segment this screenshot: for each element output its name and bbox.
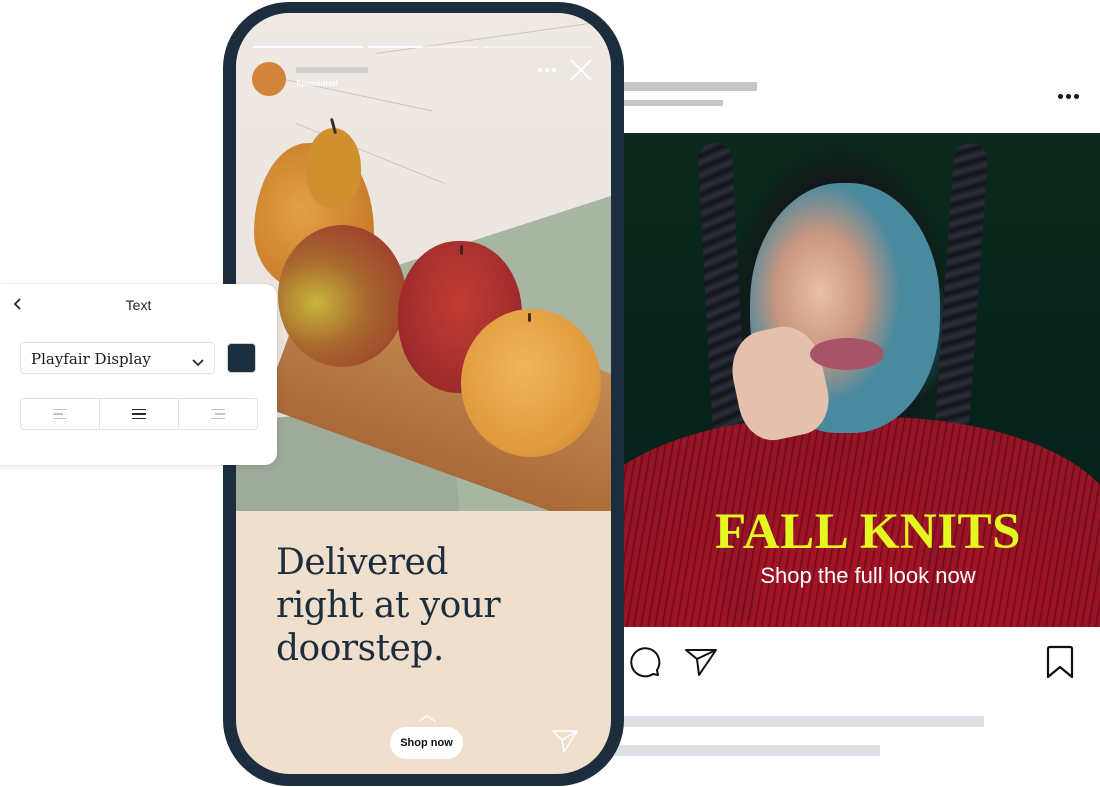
font-family-value: Playfair Display (31, 350, 151, 368)
photo-stem (460, 245, 463, 255)
close-icon[interactable] (570, 59, 592, 81)
caption-placeholder-line (600, 716, 984, 727)
text-alignment-group (20, 398, 258, 430)
paper-plane-icon[interactable] (552, 729, 578, 758)
feed-post-image: FALL KNITS Shop the full look now (600, 133, 1100, 627)
more-horizontal-icon[interactable] (1056, 86, 1080, 106)
headline-line: right at your (276, 585, 501, 626)
account-name-placeholder (296, 67, 368, 73)
align-left-icon (53, 408, 67, 420)
comment-bubble-icon[interactable] (628, 645, 662, 684)
align-right-icon (211, 408, 225, 420)
photo-stem (528, 313, 531, 322)
chevron-left-icon[interactable] (10, 296, 26, 312)
story-headline: Delivered right at your doorstep. (276, 541, 501, 670)
photo-pear (278, 225, 406, 367)
avatar[interactable] (252, 62, 286, 96)
align-center-icon (132, 408, 146, 420)
text-color-swatch[interactable] (227, 343, 256, 373)
caption-placeholder-line (600, 745, 880, 756)
account-name-placeholder (620, 82, 757, 91)
align-left-button[interactable] (21, 399, 99, 429)
chevron-up-icon[interactable] (417, 710, 437, 728)
text-settings-panel: Text Playfair Display (0, 284, 277, 465)
headline-line: doorstep. (276, 628, 444, 669)
feed-headline: FALL KNITS (715, 504, 1021, 560)
phone-frame: Sponsored Delivered right at your doorst… (223, 2, 624, 786)
shop-now-button[interactable]: Shop now (390, 727, 463, 759)
paper-plane-icon[interactable] (684, 647, 718, 682)
photo-pear-neck (306, 128, 361, 208)
panel-title: Text (125, 297, 152, 313)
marble-vein (375, 22, 594, 54)
story-photo (236, 13, 611, 511)
image-lips (810, 338, 884, 370)
feed-subheadline: Shop the full look now (760, 563, 976, 588)
feed-post: FALL KNITS Shop the full look now (600, 0, 1100, 787)
story-progress-segment (253, 46, 363, 48)
story-progress-segment (482, 46, 592, 48)
account-subtitle-placeholder (620, 100, 723, 106)
sponsored-label: Sponsored (296, 79, 338, 88)
story-screen: Sponsored Delivered right at your doorst… (236, 13, 611, 774)
story-progress-segment (368, 46, 478, 48)
more-horizontal-icon[interactable] (538, 68, 556, 72)
font-family-dropdown[interactable]: Playfair Display (20, 342, 215, 374)
align-center-button[interactable] (99, 399, 178, 429)
chevron-down-icon (192, 354, 204, 372)
bookmark-icon[interactable] (1044, 645, 1076, 686)
feed-action-bar (600, 627, 1100, 697)
photo-asian-pear (461, 309, 601, 457)
align-right-button[interactable] (178, 399, 257, 429)
headline-line: Delivered (276, 542, 448, 583)
